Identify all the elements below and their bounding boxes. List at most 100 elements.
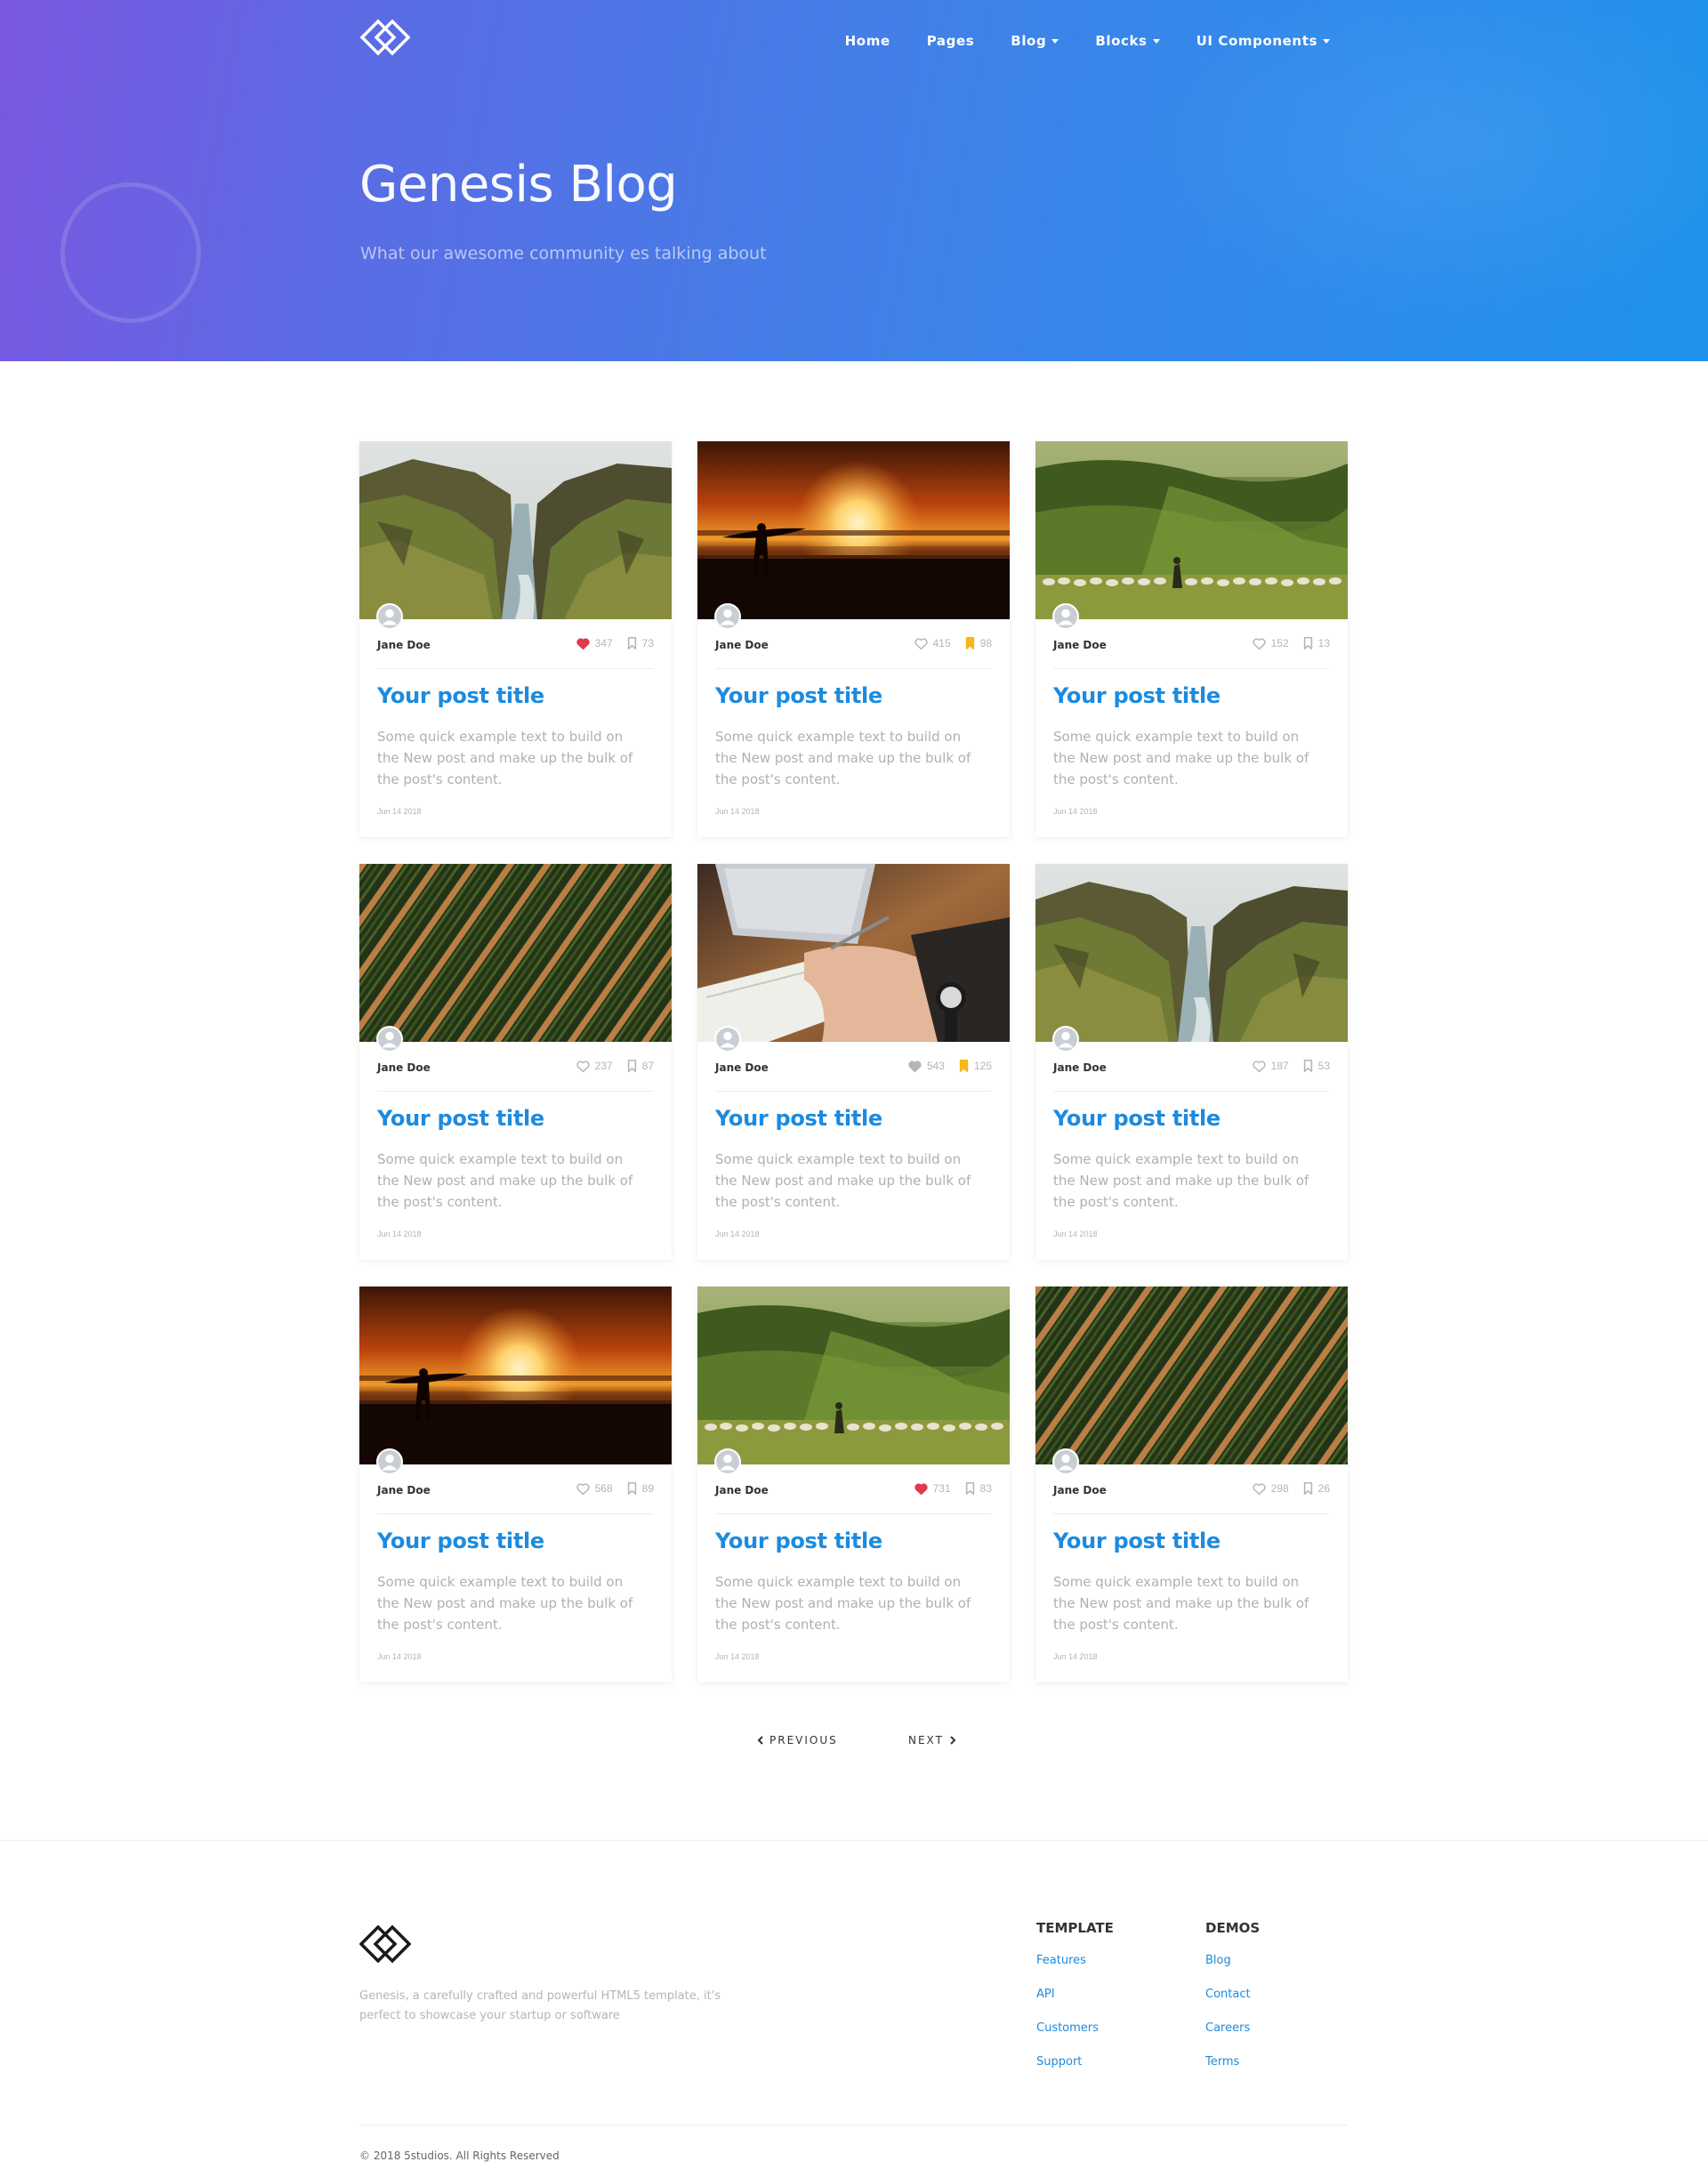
post-stats: 731 83: [900, 1482, 992, 1495]
post-card[interactable]: Jane Doe 187 53 Your post title Some qui…: [1035, 864, 1348, 1260]
post-image[interactable]: [1035, 864, 1348, 1042]
bookmark-icon: [1303, 1482, 1312, 1495]
avatar[interactable]: [376, 1448, 403, 1475]
nav-blocks-label: Blocks: [1095, 33, 1148, 49]
post-date: Jun 14 2018: [715, 1652, 760, 1661]
like-button[interactable]: 347: [576, 637, 613, 649]
user-icon: [378, 605, 401, 628]
footer-link-careers[interactable]: Careers: [1205, 2021, 1260, 2038]
like-button[interactable]: 298: [1252, 1482, 1289, 1495]
nav-ui-components[interactable]: UI Components: [1196, 33, 1330, 49]
like-button[interactable]: 731: [914, 1482, 951, 1495]
post-image[interactable]: [359, 864, 672, 1042]
chevron-right-icon: [950, 1736, 956, 1745]
footer-link-support[interactable]: Support: [1036, 2055, 1114, 2072]
avatar[interactable]: [1052, 1448, 1079, 1475]
like-button[interactable]: 543: [908, 1060, 945, 1072]
like-button[interactable]: 187: [1252, 1060, 1289, 1072]
footer-link-terms[interactable]: Terms: [1205, 2055, 1260, 2072]
like-button[interactable]: 152: [1252, 637, 1289, 649]
author-name[interactable]: Jane Doe: [1053, 1061, 1107, 1074]
footer-divider: [359, 2125, 1348, 2126]
post-title[interactable]: Your post title: [715, 1529, 882, 1553]
bookmark-button[interactable]: 87: [627, 1060, 654, 1072]
post-title[interactable]: Your post title: [377, 1106, 544, 1131]
nav-pages[interactable]: Pages: [927, 33, 975, 49]
avatar[interactable]: [714, 1448, 741, 1475]
avatar[interactable]: [714, 1026, 741, 1053]
post-title[interactable]: Your post title: [1053, 1106, 1221, 1131]
bookmark-button[interactable]: 125: [959, 1060, 992, 1072]
post-card[interactable]: Jane Doe 237 87 Your post title Some qui…: [359, 864, 672, 1260]
decorative-circle: [60, 182, 201, 323]
avatar[interactable]: [1052, 1026, 1079, 1053]
post-stats: 347 73: [562, 637, 654, 649]
bookmark-button[interactable]: 53: [1303, 1060, 1330, 1072]
post-image[interactable]: [1035, 1287, 1348, 1464]
post-title[interactable]: Your post title: [1053, 1529, 1221, 1553]
footer-column-template: TEMPLATE Features API Customers Support: [1036, 1920, 1114, 2089]
nav-blog[interactable]: Blog: [1011, 33, 1059, 49]
previous-button[interactable]: PREVIOUS: [757, 1734, 838, 1746]
post-title[interactable]: Your post title: [715, 683, 882, 708]
user-icon: [378, 1028, 401, 1051]
bookmark-button[interactable]: 13: [1303, 637, 1330, 649]
post-date: Jun 14 2018: [1053, 1652, 1098, 1661]
author-name[interactable]: Jane Doe: [377, 1484, 431, 1496]
post-title[interactable]: Your post title: [377, 683, 544, 708]
nav-blocks[interactable]: Blocks: [1095, 33, 1160, 49]
bookmark-button[interactable]: 26: [1303, 1482, 1330, 1495]
next-label: NEXT: [908, 1734, 944, 1746]
post-card[interactable]: Jane Doe 731 83 Your post title Some qui…: [697, 1287, 1010, 1682]
post-image[interactable]: [697, 441, 1010, 619]
next-button[interactable]: NEXT: [908, 1734, 956, 1746]
author-name[interactable]: Jane Doe: [377, 639, 431, 651]
bookmark-button[interactable]: 89: [627, 1482, 654, 1495]
author-name[interactable]: Jane Doe: [377, 1061, 431, 1074]
post-card[interactable]: Jane Doe 568 89 Your post title Some qui…: [359, 1287, 672, 1682]
post-image[interactable]: [697, 1287, 1010, 1464]
caret-down-icon: [1152, 38, 1160, 44]
author-name[interactable]: Jane Doe: [715, 639, 769, 651]
post-title[interactable]: Your post title: [1053, 683, 1221, 708]
nav-home[interactable]: Home: [845, 33, 890, 49]
post-title[interactable]: Your post title: [377, 1529, 544, 1553]
footer-link-api[interactable]: API: [1036, 1988, 1114, 2005]
genesis-logo-icon[interactable]: [360, 16, 410, 59]
post-card[interactable]: Jane Doe 415 98 Your post title Some qui…: [697, 441, 1010, 837]
footer-link-customers[interactable]: Customers: [1036, 2021, 1114, 2038]
footer-link-blog[interactable]: Blog: [1205, 1954, 1260, 1971]
post-title[interactable]: Your post title: [715, 1106, 882, 1131]
avatar[interactable]: [1052, 603, 1079, 630]
post-image[interactable]: [1035, 441, 1348, 619]
bookmark-button[interactable]: 98: [965, 637, 992, 649]
like-button[interactable]: 568: [576, 1482, 613, 1495]
avatar[interactable]: [376, 1026, 403, 1053]
heart-icon: [1252, 1482, 1266, 1495]
author-name[interactable]: Jane Doe: [1053, 1484, 1107, 1496]
like-button[interactable]: 237: [576, 1060, 613, 1072]
footer-link-contact[interactable]: Contact: [1205, 1988, 1260, 2005]
post-card[interactable]: Jane Doe 298 26 Your post title Some qui…: [1035, 1287, 1348, 1682]
post-card[interactable]: Jane Doe 543 125 Your post title Some qu…: [697, 864, 1010, 1260]
bookmark-button[interactable]: 83: [965, 1482, 992, 1495]
author-name[interactable]: Jane Doe: [715, 1484, 769, 1496]
post-image[interactable]: [359, 1287, 672, 1464]
author-name[interactable]: Jane Doe: [715, 1061, 769, 1074]
bookmark-count: 73: [641, 637, 654, 649]
post-card[interactable]: Jane Doe 152 13 Your post title Some qui…: [1035, 441, 1348, 837]
author-name[interactable]: Jane Doe: [1053, 639, 1107, 651]
post-card[interactable]: Jane Doe 347 73 Your post title Some qui…: [359, 441, 672, 837]
post-image[interactable]: [697, 864, 1010, 1042]
bookmark-button[interactable]: 73: [627, 637, 654, 649]
post-date: Jun 14 2018: [1053, 807, 1098, 816]
genesis-logo-icon[interactable]: [359, 1922, 411, 1966]
footer-link-features[interactable]: Features: [1036, 1954, 1114, 1971]
hero-texture: [1068, 0, 1708, 361]
like-button[interactable]: 415: [914, 637, 951, 649]
bookmark-count: 87: [641, 1060, 654, 1072]
post-image[interactable]: [359, 441, 672, 619]
avatar[interactable]: [376, 603, 403, 630]
avatar[interactable]: [714, 603, 741, 630]
post-excerpt: Some quick example text to build on the …: [377, 1574, 633, 1633]
